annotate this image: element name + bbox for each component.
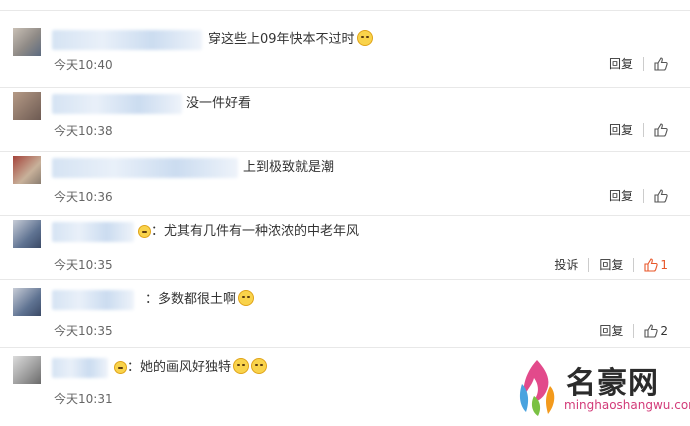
comment-time: 今天10:31 <box>54 392 113 406</box>
thumbs-up-icon <box>654 56 668 71</box>
comment-item: ：多数都很土啊 今天10:35 回复 2 <box>0 284 690 348</box>
smirk-emoji-icon <box>233 358 250 374</box>
smirk-emoji-icon <box>251 358 268 374</box>
divider <box>588 257 590 272</box>
like-button[interactable] <box>654 56 668 71</box>
reply-button[interactable]: 回复 <box>609 121 633 138</box>
comment-item: 穿这些上09年快本不过时 今天10:40 回复 <box>0 24 690 88</box>
like-button[interactable]: 1 <box>644 258 668 272</box>
watermark: 名豪网 minghaoshangwu.com <box>508 352 690 426</box>
divider <box>643 56 644 71</box>
avatar[interactable] <box>13 92 41 120</box>
username-blurred <box>52 30 202 50</box>
comment-text: 穿这些上09年快本不过时 <box>208 30 373 50</box>
divider <box>633 323 635 338</box>
username-blurred <box>52 158 238 178</box>
like-button[interactable] <box>654 122 668 137</box>
comment-time: 今天10:38 <box>54 124 113 138</box>
thumbs-up-icon <box>644 257 659 272</box>
comment-time: 今天10:35 <box>54 324 113 338</box>
comment-text: ：多数都很土啊 <box>145 290 255 310</box>
watermark-name: 名豪网 <box>566 366 659 401</box>
comment-time: 今天10:35 <box>54 258 113 272</box>
comment-item: 没一件好看 今天10:38 回复 <box>0 88 690 152</box>
emoji-icon <box>138 225 151 238</box>
reply-button[interactable]: 回复 <box>599 256 623 273</box>
username-blurred <box>52 358 108 378</box>
report-button[interactable]: 投诉 <box>554 256 578 273</box>
thumbs-up-icon <box>644 323 659 338</box>
username-blurred <box>52 94 182 114</box>
username-blurred <box>52 290 134 310</box>
reply-button[interactable]: 回复 <box>609 187 633 204</box>
emoji-icon <box>114 361 127 374</box>
like-button[interactable] <box>654 188 668 203</box>
comment-text: ：尤其有几件有一种浓浓的中老年风 <box>136 222 359 242</box>
reply-button[interactable]: 回复 <box>599 322 623 339</box>
divider <box>643 188 644 203</box>
avatar[interactable] <box>13 356 41 384</box>
comment-text: ：她的画风好独特 <box>112 358 268 378</box>
comment-time: 今天10:40 <box>54 58 113 72</box>
shy-emoji-icon <box>238 290 255 306</box>
like-count: 2 <box>660 323 668 338</box>
divider <box>643 122 644 137</box>
reply-button[interactable]: 回复 <box>609 55 633 72</box>
avatar[interactable] <box>13 220 41 248</box>
watermark-url: minghaoshangwu.com <box>564 398 690 412</box>
divider <box>633 257 635 272</box>
comment-item: 上到极致就是潮 今天10:36 回复 <box>0 152 690 216</box>
like-button[interactable]: 2 <box>644 324 668 338</box>
avatar[interactable] <box>13 288 41 316</box>
thumbs-up-icon <box>654 122 668 137</box>
flame-logo-icon <box>519 360 555 416</box>
previous-comment-partial <box>0 0 690 11</box>
like-count: 1 <box>660 257 668 272</box>
username-blurred <box>52 222 134 242</box>
comment-text: 上到极致就是潮 <box>243 160 335 175</box>
comment-item: ：尤其有几件有一种浓浓的中老年风 今天10:35 投诉 回复 1 <box>0 216 690 280</box>
avatar[interactable] <box>13 28 41 56</box>
grin-emoji-icon <box>356 30 373 46</box>
thumbs-up-icon <box>654 188 668 203</box>
comment-text: 没一件好看 <box>186 96 252 111</box>
avatar[interactable] <box>13 156 41 184</box>
comment-time: 今天10:36 <box>54 190 113 204</box>
